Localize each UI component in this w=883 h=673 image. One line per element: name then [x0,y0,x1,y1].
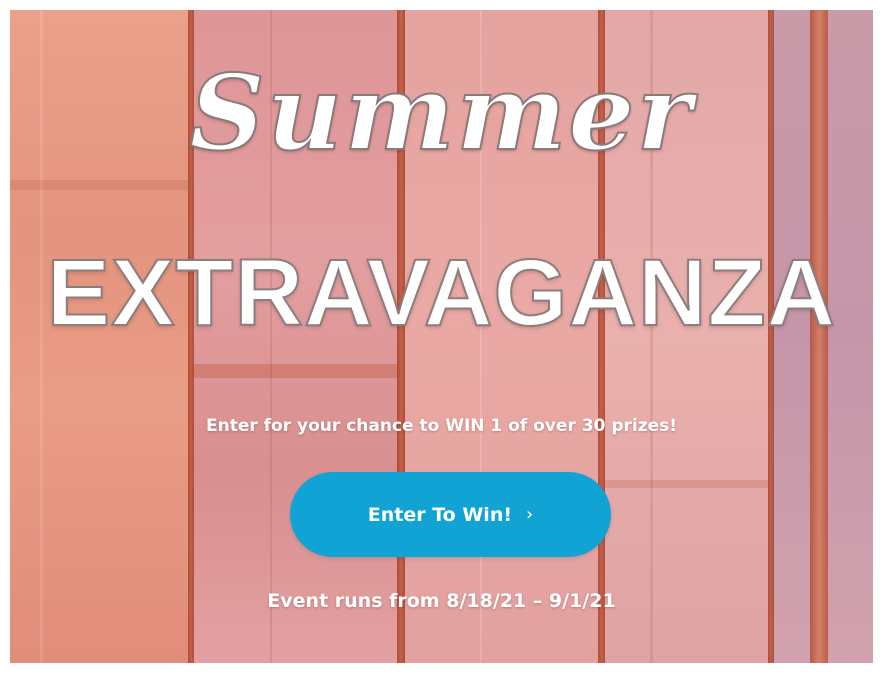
prize-tagline: Enter for your chance to WIN 1 of over 3… [205,416,678,436]
chevron-right-icon: › [526,504,534,525]
enter-to-win-button[interactable]: Enter To Win! › [290,472,611,557]
paint-band [190,364,400,378]
event-dates: Event runs from 8/18/21 – 9/1/21 [267,590,616,612]
enter-to-win-label: Enter To Win! [367,503,513,526]
hero-banner: Summer EXTRAVAGANZA Enter for your chanc… [0,0,883,673]
paint-band [10,180,188,190]
paint-band [600,480,770,488]
script-title: Summer [189,50,694,175]
main-title: EXTRAVAGANZA [46,239,837,347]
